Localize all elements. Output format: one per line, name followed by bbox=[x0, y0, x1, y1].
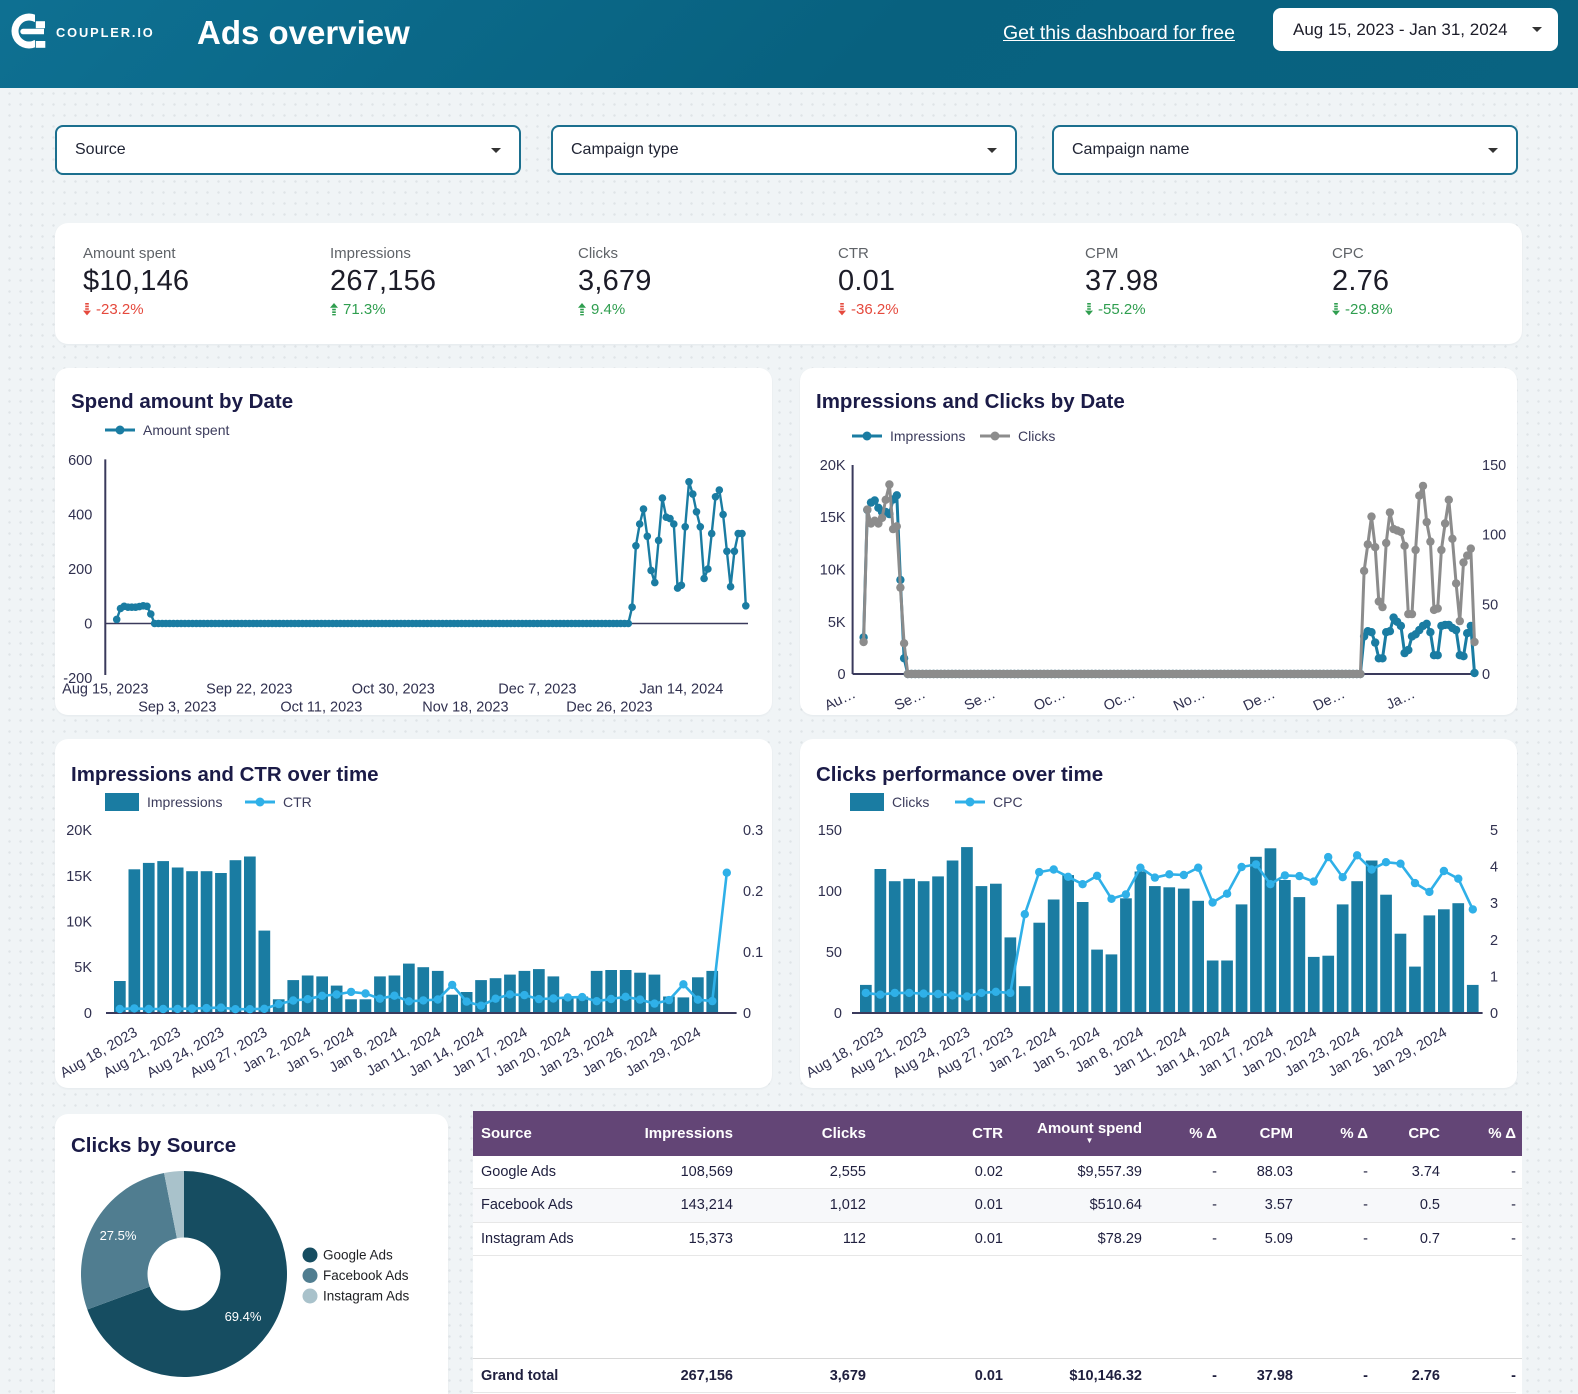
svg-text:10K: 10K bbox=[820, 563, 846, 579]
svg-text:No…: No… bbox=[1171, 686, 1208, 714]
svg-text:0.2: 0.2 bbox=[743, 884, 763, 900]
svg-text:De…: De… bbox=[1241, 686, 1278, 714]
svg-text:Spend amount by Date: Spend amount by Date bbox=[71, 390, 293, 413]
svg-text:200: 200 bbox=[68, 562, 92, 578]
svg-text:0: 0 bbox=[1490, 1006, 1498, 1022]
svg-text:Impressions and CTR over time: Impressions and CTR over time bbox=[71, 763, 379, 786]
svg-text:150: 150 bbox=[1482, 458, 1506, 474]
svg-text:Facebook Ads: Facebook Ads bbox=[323, 1268, 409, 1283]
svg-text:Jan 14, 2024: Jan 14, 2024 bbox=[639, 682, 723, 698]
svg-text:Impressions and Clicks by Date: Impressions and Clicks by Date bbox=[816, 390, 1125, 413]
svg-text:Oct 11, 2023: Oct 11, 2023 bbox=[280, 700, 362, 716]
svg-text:Clicks: Clicks bbox=[892, 794, 929, 810]
svg-text:10K: 10K bbox=[66, 915, 92, 931]
svg-text:Nov 18, 2023: Nov 18, 2023 bbox=[422, 700, 508, 716]
svg-text:50: 50 bbox=[826, 945, 842, 961]
svg-text:Dec 26, 2023: Dec 26, 2023 bbox=[566, 700, 652, 716]
svg-text:Impressions: Impressions bbox=[147, 794, 222, 810]
svg-text:Amount spent: Amount spent bbox=[143, 422, 229, 438]
svg-text:20K: 20K bbox=[820, 458, 846, 474]
svg-text:Clicks by Source: Clicks by Source bbox=[71, 1134, 236, 1157]
svg-text:Sep 22, 2023: Sep 22, 2023 bbox=[206, 682, 292, 698]
svg-text:De…: De… bbox=[1311, 686, 1348, 714]
svg-text:1: 1 bbox=[1490, 969, 1498, 985]
svg-text:0.1: 0.1 bbox=[743, 945, 763, 961]
svg-text:CPC: CPC bbox=[993, 794, 1023, 810]
svg-text:20K: 20K bbox=[66, 823, 92, 839]
svg-text:Impressions: Impressions bbox=[890, 428, 965, 444]
svg-text:150: 150 bbox=[818, 823, 842, 839]
svg-text:Au…: Au… bbox=[822, 686, 858, 714]
svg-text:5K: 5K bbox=[74, 960, 92, 976]
svg-text:Ja…: Ja… bbox=[1384, 686, 1418, 713]
svg-text:Oc…: Oc… bbox=[1101, 686, 1138, 714]
svg-text:0: 0 bbox=[84, 1006, 92, 1022]
svg-text:100: 100 bbox=[1482, 528, 1506, 544]
svg-text:400: 400 bbox=[68, 508, 92, 524]
svg-text:600: 600 bbox=[68, 453, 92, 469]
svg-text:3: 3 bbox=[1490, 896, 1498, 912]
svg-text:Oc…: Oc… bbox=[1031, 686, 1068, 714]
svg-text:69.4%: 69.4% bbox=[225, 1309, 262, 1324]
svg-text:5: 5 bbox=[1490, 823, 1498, 839]
svg-text:0: 0 bbox=[834, 1006, 842, 1022]
svg-text:Se…: Se… bbox=[962, 686, 998, 714]
svg-text:0: 0 bbox=[743, 1006, 751, 1022]
svg-text:27.5%: 27.5% bbox=[100, 1228, 137, 1243]
svg-text:Clicks: Clicks bbox=[1018, 428, 1055, 444]
svg-text:Se…: Se… bbox=[892, 686, 928, 714]
svg-text:Clicks performance over time: Clicks performance over time bbox=[816, 763, 1103, 786]
svg-text:Sep 3, 2023: Sep 3, 2023 bbox=[138, 700, 216, 716]
svg-text:0.3: 0.3 bbox=[743, 823, 763, 839]
svg-text:2: 2 bbox=[1490, 933, 1498, 949]
svg-text:Aug 15, 2023: Aug 15, 2023 bbox=[62, 682, 148, 698]
svg-text:CTR: CTR bbox=[283, 794, 312, 810]
svg-text:15K: 15K bbox=[820, 510, 846, 526]
svg-text:Oct 30, 2023: Oct 30, 2023 bbox=[352, 682, 435, 698]
svg-text:4: 4 bbox=[1490, 860, 1498, 876]
svg-text:Dec 7, 2023: Dec 7, 2023 bbox=[498, 682, 576, 698]
svg-text:0: 0 bbox=[1482, 667, 1490, 683]
svg-text:15K: 15K bbox=[66, 869, 92, 885]
svg-text:Instagram Ads: Instagram Ads bbox=[323, 1289, 410, 1304]
svg-text:50: 50 bbox=[1482, 597, 1498, 613]
svg-text:5K: 5K bbox=[828, 615, 846, 631]
svg-text:0: 0 bbox=[84, 617, 92, 633]
svg-text:100: 100 bbox=[818, 884, 842, 900]
svg-text:0: 0 bbox=[838, 667, 846, 683]
svg-text:Google Ads: Google Ads bbox=[323, 1248, 393, 1263]
